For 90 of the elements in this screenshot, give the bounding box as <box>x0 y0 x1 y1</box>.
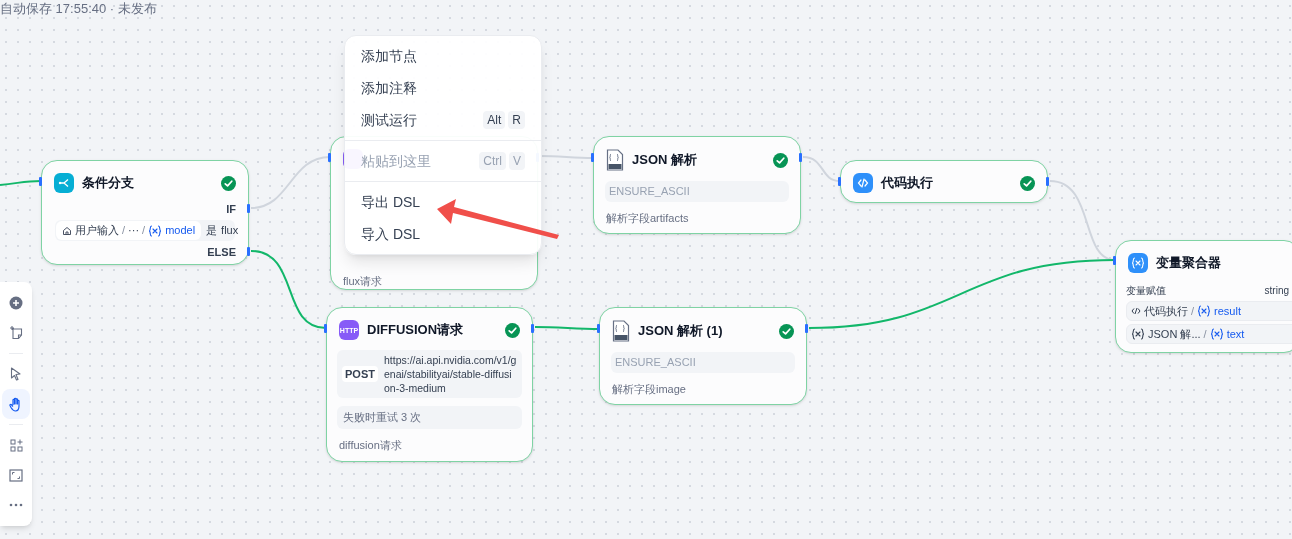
branch-icon <box>54 173 74 193</box>
path-separator: / <box>1191 303 1195 319</box>
workflow-node[interactable]: JSON 解析 ENSURE_ASCII 解析字段artifacts <box>593 136 801 234</box>
fit-view-icon <box>9 468 23 482</box>
branch-label: ELSE <box>206 245 237 259</box>
check-icon <box>773 152 788 168</box>
menu-item[interactable]: 添加注释 <box>349 72 537 104</box>
connection-handle[interactable] <box>328 153 331 162</box>
node-description: diffusion请求 <box>338 437 403 453</box>
home-icon <box>62 225 72 236</box>
check-icon <box>1020 175 1035 191</box>
shortcut-key: Alt <box>483 111 506 129</box>
code-icon <box>853 173 873 193</box>
workflow-node[interactable]: 条件分支 IF 用户输入 / ··· / model 是 flux ELSE <box>41 160 249 265</box>
menu-item[interactable]: 导出 DSL <box>349 186 537 218</box>
connection-handle[interactable] <box>39 177 42 186</box>
node-title: JSON 解析 (1) <box>638 322 723 341</box>
field-chip: ENSURE_ASCII <box>605 181 789 202</box>
more-icon <box>9 503 23 507</box>
group-label: 变量赋值 <box>1126 284 1166 298</box>
connection-handle[interactable] <box>591 153 594 162</box>
workflow-node[interactable]: JSON 解析 (1) ENSURE_ASCII 解析字段image <box>599 307 807 405</box>
add-node-icon <box>9 296 23 310</box>
connection-handle[interactable] <box>597 324 600 333</box>
connection-handle[interactable] <box>247 204 250 213</box>
workflow-node[interactable]: 代码执行 <box>840 160 1048 203</box>
node-description: flux请求 <box>342 274 384 289</box>
menu-label: 添加节点 <box>361 46 417 66</box>
node-title: DIFFUSION请求 <box>367 321 464 340</box>
document-icon <box>612 320 630 342</box>
check-icon <box>221 175 236 191</box>
shortcut-key: R <box>508 111 525 129</box>
path-separator: / <box>142 223 146 239</box>
request-url: https://ai.api.nvidia.com/v1/genai/stabilityai/stable-diffusion-3-medium <box>383 353 517 395</box>
add-note-icon <box>9 326 23 340</box>
variable-source: JSON 解... <box>1148 326 1201 342</box>
branch-label: IF <box>225 202 237 216</box>
shortcut-key: Ctrl <box>479 152 506 170</box>
check-icon <box>505 322 520 338</box>
condition-value: flux <box>221 223 239 239</box>
variable-icon <box>1197 305 1212 317</box>
condition-operator: 是 <box>206 223 218 239</box>
variable-source: 代码执行 <box>1144 303 1188 319</box>
hand-icon <box>9 396 23 412</box>
node-title: 条件分支 <box>82 174 134 193</box>
menu-label: 导入 DSL <box>361 224 421 244</box>
node-description: 解析字段image <box>611 381 687 397</box>
node-title: JSON 解析 <box>632 151 697 170</box>
variable-icon <box>148 224 163 237</box>
node-title: 代码执行 <box>881 174 933 193</box>
connection-handle[interactable] <box>247 247 250 256</box>
check-icon <box>779 323 794 339</box>
connection-handle[interactable] <box>531 324 534 333</box>
node-description: 解析字段artifacts <box>605 210 690 226</box>
document-icon <box>606 149 624 171</box>
path-separator: / <box>1203 326 1207 342</box>
variable-icon <box>1128 253 1148 273</box>
connection-handle[interactable] <box>1113 256 1116 265</box>
variable-name: result <box>1214 303 1241 319</box>
menu-label: 导出 DSL <box>361 192 421 212</box>
connection-handle[interactable] <box>799 153 802 162</box>
variable-name: model <box>165 223 196 239</box>
pointer-icon <box>10 367 22 381</box>
code-icon <box>1131 306 1141 316</box>
autosave-status: 自动保存 17:55:40 · 未发布 <box>0 0 157 18</box>
toolbar-button[interactable] <box>2 389 30 419</box>
variable-icon <box>1131 328 1145 340</box>
variable-path: 用户输入 <box>75 223 119 239</box>
method-tag: POST <box>342 366 378 382</box>
menu-label: 测试运行 <box>361 110 417 130</box>
path-separator: / <box>122 223 126 239</box>
node-title: 变量聚合器 <box>1156 254 1221 273</box>
menu-item[interactable]: 导入 DSL <box>349 218 537 250</box>
variable-icon <box>1209 328 1224 340</box>
organize-icon <box>9 438 23 452</box>
type-label: string <box>1264 284 1289 298</box>
connection-handle[interactable] <box>324 324 327 333</box>
shortcut-key: V <box>509 152 525 170</box>
connection-handle[interactable] <box>1046 177 1049 186</box>
menu-label: 粘贴到这里 <box>361 151 431 171</box>
menu-label: 添加注释 <box>361 78 417 98</box>
connection-handle[interactable] <box>838 177 841 186</box>
variable-name: text <box>1226 326 1245 342</box>
menu-item[interactable]: 添加节点 <box>349 40 537 72</box>
retry-info: 失败时重试 3 次 <box>337 406 522 429</box>
connection-handle[interactable] <box>805 324 808 333</box>
workflow-node[interactable]: 变量聚合器 变量赋值 string 代码执行 / result JSON 解... / text <box>1115 240 1292 353</box>
menu-item[interactable]: 测试运行 Alt R <box>349 104 537 136</box>
field-chip: ENSURE_ASCII <box>611 352 795 373</box>
variable-path: ··· <box>128 223 140 239</box>
